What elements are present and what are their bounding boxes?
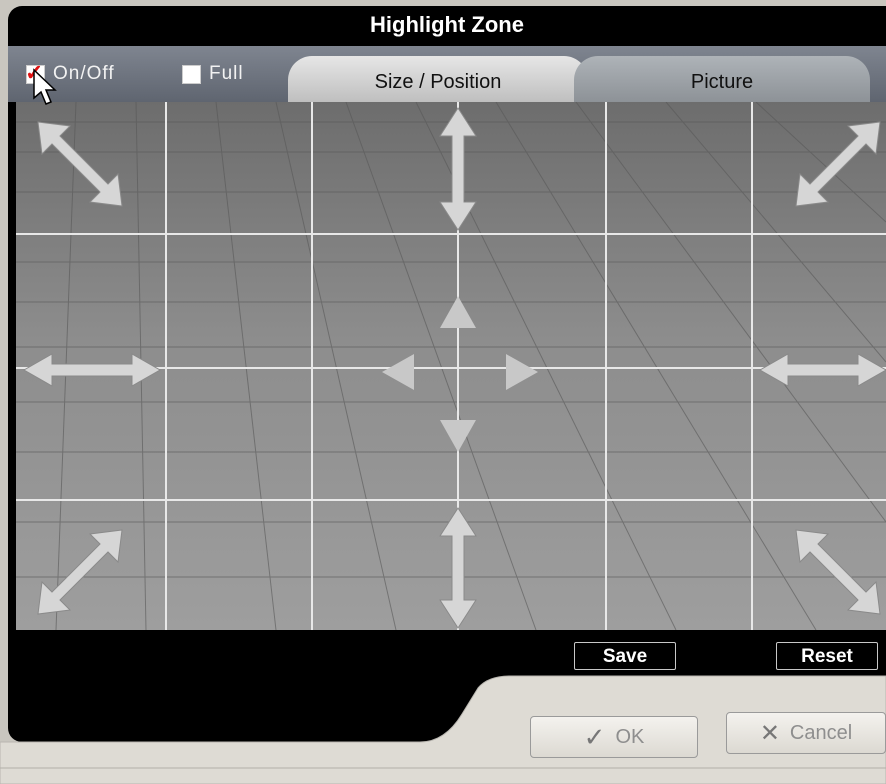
checkmark-icon: ✓ bbox=[583, 721, 606, 752]
move-down-icon[interactable] bbox=[438, 418, 478, 454]
window-title: Highlight Zone bbox=[370, 12, 524, 37]
cancel-label: Cancel bbox=[789, 721, 853, 744]
resize-horizontal-right-icon[interactable] bbox=[758, 352, 886, 388]
highlight-zone-panel: Highlight Zone ✓ On/Off Full Size / Posi… bbox=[8, 6, 886, 742]
move-up-icon[interactable] bbox=[438, 294, 478, 330]
tab-size-position[interactable]: Size / Position bbox=[288, 56, 588, 102]
move-right-icon[interactable] bbox=[504, 352, 540, 392]
resize-ne-sw-bottom-icon[interactable] bbox=[30, 522, 130, 622]
tab-bar: ✓ On/Off Full Size / Position Picture bbox=[8, 46, 886, 102]
resize-ne-sw-icon[interactable] bbox=[788, 114, 886, 214]
onoff-label: On/Off bbox=[53, 63, 115, 84]
zone-preview-grid[interactable] bbox=[16, 102, 886, 630]
resize-nw-se-bottom-icon[interactable] bbox=[788, 522, 886, 622]
tab-size-position-label: Size / Position bbox=[374, 71, 502, 93]
resize-vertical-bottom-icon[interactable] bbox=[438, 506, 478, 630]
x-icon: ✕ bbox=[759, 719, 780, 747]
save-button[interactable]: Save bbox=[574, 642, 676, 670]
mouse-cursor-icon bbox=[33, 68, 57, 105]
tab-picture[interactable]: Picture bbox=[574, 56, 870, 102]
full-checkbox-box[interactable] bbox=[182, 64, 201, 84]
reset-button[interactable]: Reset bbox=[776, 642, 878, 670]
tab-picture-label: Picture bbox=[690, 71, 754, 93]
move-left-icon[interactable] bbox=[380, 352, 416, 392]
full-checkbox[interactable]: Full bbox=[182, 63, 244, 85]
resize-horizontal-left-icon[interactable] bbox=[22, 352, 162, 388]
resize-vertical-top-icon[interactable] bbox=[438, 106, 478, 232]
resize-nw-se-icon[interactable] bbox=[30, 114, 130, 214]
full-label: Full bbox=[209, 63, 244, 84]
ok-label: OK bbox=[615, 725, 645, 748]
cancel-button[interactable]: ✕ Cancel bbox=[726, 712, 886, 754]
ok-button[interactable]: ✓ OK bbox=[530, 716, 698, 758]
